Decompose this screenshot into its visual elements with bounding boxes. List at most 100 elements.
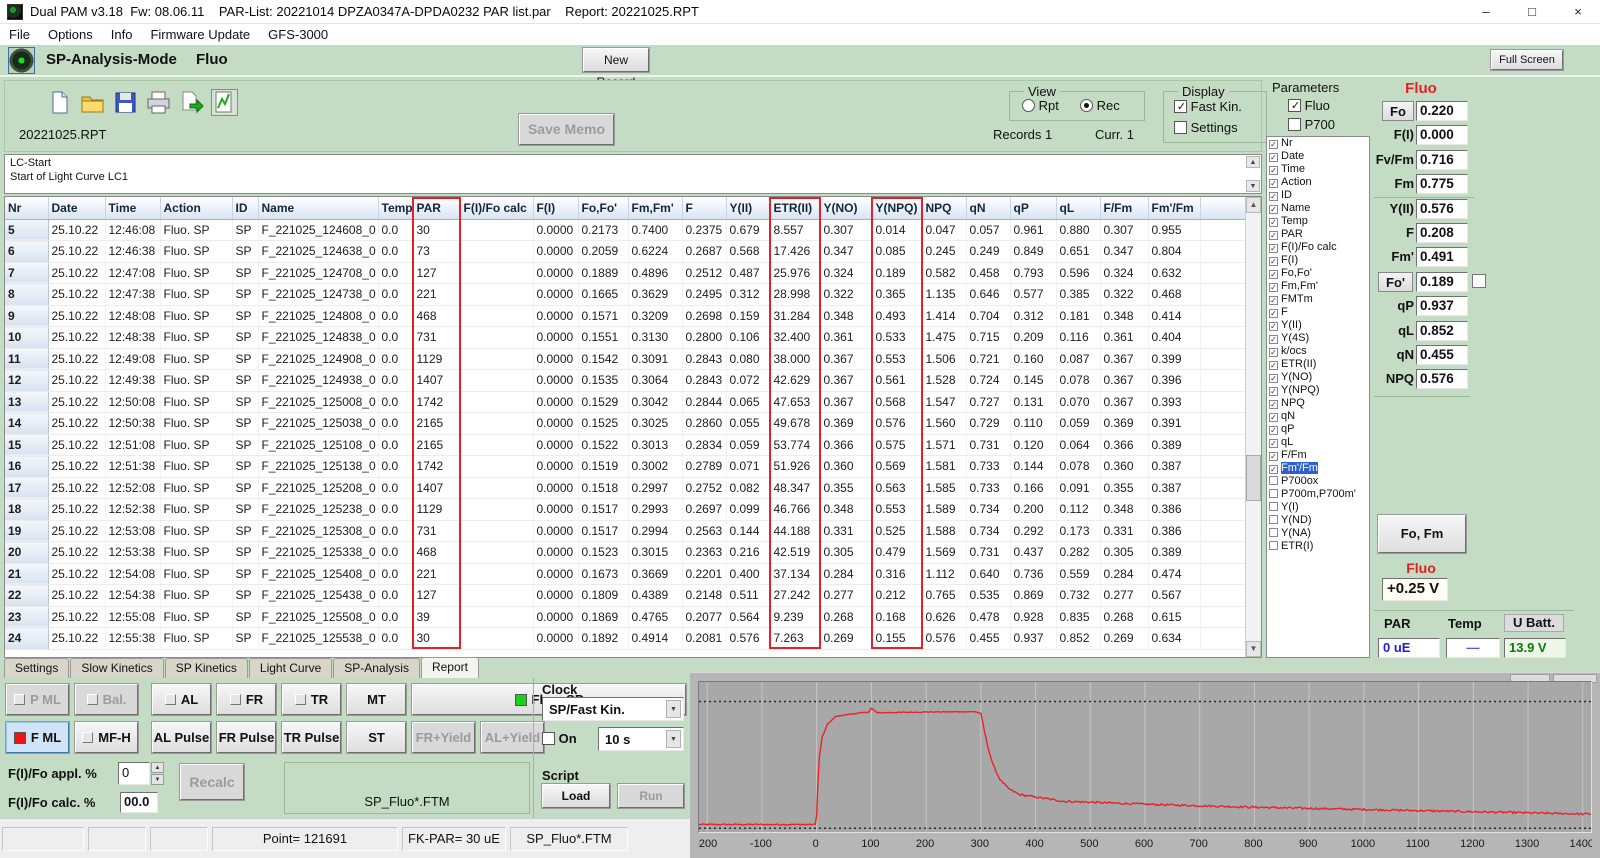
maximize-button[interactable]: □	[1510, 0, 1554, 24]
parameter-item[interactable]: ✓Fo,Fo'	[1267, 267, 1369, 280]
scroll-down-icon[interactable]: ▼	[1246, 641, 1261, 657]
table-row[interactable]: 2025.10.2212:53:38Fluo. SPSPF_221025_125…	[5, 542, 1245, 564]
view-rec-radio[interactable]: Rec	[1080, 98, 1120, 113]
parameter-item[interactable]: ✓F/Fm	[1267, 449, 1369, 462]
open-folder-icon[interactable]	[79, 89, 106, 116]
parameter-item[interactable]: ✓Action	[1267, 176, 1369, 189]
tab-sp-kinetics[interactable]: SP Kinetics	[165, 658, 248, 678]
fast-kin-checkbox[interactable]: Fast Kin.	[1174, 99, 1242, 114]
parameter-item[interactable]: ✓qL	[1267, 436, 1369, 449]
fo-prime-checkbox[interactable]	[1472, 274, 1486, 288]
table-row[interactable]: 1425.10.2212:50:38Fluo. SPSPF_221025_125…	[5, 413, 1245, 435]
parameter-item[interactable]: ✓F(I)	[1267, 254, 1369, 267]
parameter-item[interactable]: ✓F	[1267, 306, 1369, 319]
menu-item-file[interactable]: File	[0, 24, 39, 45]
table-row[interactable]: 1625.10.2212:51:38Fluo. SPSPF_221025_125…	[5, 456, 1245, 478]
parameter-item[interactable]: ✓ETR(II)	[1267, 358, 1369, 371]
save-icon[interactable]	[112, 89, 139, 116]
table-row[interactable]: 1925.10.2212:53:08Fluo. SPSPF_221025_125…	[5, 520, 1245, 542]
parameter-item[interactable]: ✓qN	[1267, 410, 1369, 423]
table-row[interactable]: 1825.10.2212:52:38Fluo. SPSPF_221025_125…	[5, 499, 1245, 521]
fo-button[interactable]: Fo	[1382, 101, 1414, 121]
menu-item-gfs-3000[interactable]: GFS-3000	[259, 24, 337, 45]
table-row[interactable]: 1125.10.2212:49:08Fluo. SPSPF_221025_124…	[5, 348, 1245, 370]
spinner-up-icon[interactable]: ▲	[151, 762, 164, 773]
new-record-button[interactable]: New Record	[583, 48, 649, 72]
mf-h-button[interactable]: MF-H	[75, 722, 138, 753]
tab-light-curve[interactable]: Light Curve	[249, 658, 332, 678]
parameter-item[interactable]: P700m,P700m'	[1267, 488, 1369, 501]
table-row[interactable]: 2425.10.2212:55:38Fluo. SPSPF_221025_125…	[5, 628, 1245, 650]
fr-yield-button[interactable]: FR+Yield	[412, 722, 475, 753]
parameter-item[interactable]: ✓Y(4S)	[1267, 332, 1369, 345]
print-icon[interactable]	[145, 89, 172, 116]
table-row[interactable]: 1325.10.2212:50:08Fluo. SPSPF_221025_125…	[5, 391, 1245, 413]
full-screen-button[interactable]: Full Screen	[1491, 50, 1563, 70]
f-ml-button[interactable]: F ML	[6, 722, 69, 753]
parameter-item[interactable]: Y(I)	[1267, 501, 1369, 514]
table-row[interactable]: 825.10.2212:47:38Fluo. SPSPF_221025_1247…	[5, 284, 1245, 306]
parameter-item[interactable]: ✓Fm'/Fm	[1267, 462, 1369, 475]
table-row[interactable]: 525.10.2212:46:08Fluo. SPSPF_221025_1246…	[5, 219, 1245, 241]
parameter-item[interactable]: Y(NA)	[1267, 527, 1369, 540]
spinner-down-icon[interactable]: ▼	[151, 774, 164, 785]
p-ml-button[interactable]: P ML	[6, 684, 69, 715]
clock-interval-dropdown[interactable]: 10 s ▼	[598, 727, 684, 751]
fo-button[interactable]: Fo'	[1378, 272, 1413, 292]
parameter-item[interactable]: ✓Nr	[1267, 137, 1369, 150]
table-row[interactable]: 1225.10.2212:49:38Fluo. SPSPF_221025_124…	[5, 370, 1245, 392]
memo-field[interactable]: LC-Start Start of Light Curve LC1 ▲ ▼	[4, 154, 1262, 194]
mt-button[interactable]: MT	[347, 684, 406, 715]
table-row[interactable]: 2125.10.2212:54:08Fluo. SPSPF_221025_125…	[5, 563, 1245, 585]
scrollbar-thumb[interactable]	[1246, 455, 1261, 501]
menu-item-firmware-update[interactable]: Firmware Update	[141, 24, 259, 45]
parameter-item[interactable]: P700ox	[1267, 475, 1369, 488]
chart-view-icon[interactable]	[211, 89, 238, 116]
memo-scroll-down[interactable]: ▼	[1246, 180, 1260, 192]
parameter-item[interactable]: ✓PAR	[1267, 228, 1369, 241]
table-row[interactable]: 625.10.2212:46:38Fluo. SPSPF_221025_1246…	[5, 241, 1245, 263]
tr-pulse-button[interactable]: TR Pulse	[282, 722, 341, 753]
tab-report[interactable]: Report	[421, 657, 479, 678]
recalc-button[interactable]: Recalc	[180, 764, 244, 800]
parameter-item[interactable]: ✓F(I)/Fo calc	[1267, 241, 1369, 254]
parameter-item[interactable]: ✓Y(II)	[1267, 319, 1369, 332]
parameter-item[interactable]: ✓Date	[1267, 150, 1369, 163]
parameters-p700-checkbox[interactable]: P700	[1288, 117, 1335, 132]
parameter-item[interactable]: ✓FMTm	[1267, 293, 1369, 306]
tr-button[interactable]: TR	[282, 684, 341, 715]
fio-appl-spinner[interactable]: ▲ ▼	[151, 762, 164, 785]
view-rpt-radio[interactable]: Rpt	[1022, 98, 1059, 113]
parameter-item[interactable]: ETR(I)	[1267, 540, 1369, 553]
parameter-item[interactable]: ✓Fm,Fm'	[1267, 280, 1369, 293]
parameter-item[interactable]: ✓Y(NO)	[1267, 371, 1369, 384]
table-scrollbar[interactable]: ▲ ▼	[1245, 197, 1261, 657]
parameter-item[interactable]: ✓qP	[1267, 423, 1369, 436]
tab-settings[interactable]: Settings	[4, 658, 69, 678]
parameter-item[interactable]: ✓Time	[1267, 163, 1369, 176]
settings-checkbox[interactable]: Settings	[1174, 120, 1238, 135]
menu-item-info[interactable]: Info	[102, 24, 142, 45]
table-row[interactable]: 2225.10.2212:54:38Fluo. SPSPF_221025_125…	[5, 585, 1245, 607]
table-row[interactable]: 925.10.2212:48:08Fluo. SPSPF_221025_1248…	[5, 305, 1245, 327]
parameter-item[interactable]: ✓ID	[1267, 189, 1369, 202]
tab-slow-kinetics[interactable]: Slow Kinetics	[70, 658, 163, 678]
close-button[interactable]: ×	[1556, 0, 1600, 24]
minimize-button[interactable]: –	[1464, 0, 1508, 24]
script-run-button[interactable]: Run	[618, 784, 684, 808]
table-row[interactable]: 725.10.2212:47:08Fluo. SPSPF_221025_1247…	[5, 262, 1245, 284]
save-memo-button[interactable]: Save Memo	[519, 114, 614, 145]
st-button[interactable]: ST	[347, 722, 406, 753]
fo-fm-button[interactable]: Fo, Fm	[1378, 515, 1466, 553]
clock-mode-dropdown[interactable]: SP/Fast Kin. ▼	[542, 697, 684, 721]
export-icon[interactable]	[178, 89, 205, 116]
script-load-button[interactable]: Load	[542, 784, 610, 808]
parameter-item[interactable]: ✓Name	[1267, 202, 1369, 215]
table-row[interactable]: 2325.10.2212:55:08Fluo. SPSPF_221025_125…	[5, 606, 1245, 628]
bal--button[interactable]: Bal.	[75, 684, 138, 715]
fr-pulse-button[interactable]: FR Pulse	[217, 722, 276, 753]
fio-appl-input[interactable]: 0	[118, 762, 150, 785]
parameter-item[interactable]: ✓NPQ	[1267, 397, 1369, 410]
clock-on-checkbox[interactable]: On	[542, 731, 577, 746]
scroll-up-icon[interactable]: ▲	[1246, 197, 1261, 213]
